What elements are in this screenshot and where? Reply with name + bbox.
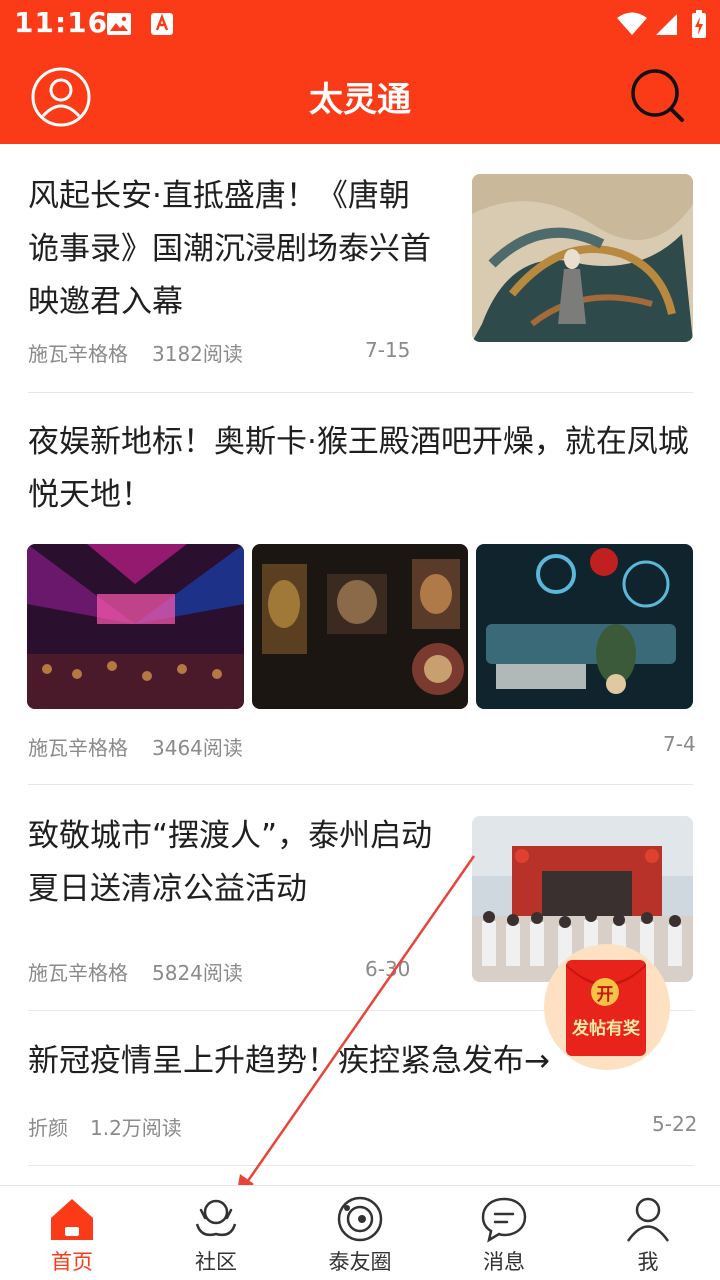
bottom-tab-bar: 首页 社区 泰友圈 消息 我	[0, 1185, 720, 1280]
status-bar: 11:16	[0, 0, 720, 48]
article-author: 施瓦辛格格	[28, 342, 128, 366]
article-card[interactable]: 致敬城市“摆渡人”，泰州启动夏日送清凉公益活动	[28, 810, 438, 916]
article-reads: 5824阅读	[152, 961, 243, 985]
envelope-label: 发帖有奖	[572, 1019, 640, 1039]
wifi-icon	[617, 12, 647, 35]
profile-icon	[626, 1197, 670, 1242]
tab-label: 消息	[483, 1250, 525, 1274]
app-header: 太灵通	[0, 48, 720, 144]
article-image-1[interactable]	[27, 544, 244, 709]
battery-charging-icon	[692, 10, 706, 38]
article-image-3[interactable]	[476, 544, 693, 709]
article-image-2[interactable]	[252, 544, 468, 709]
article-reads: 3464阅读	[152, 736, 243, 760]
article-card[interactable]: 风起长安·直抵盛唐！《唐朝诡事录》国潮沉浸剧场泰兴首映邀君入幕	[28, 170, 438, 329]
message-icon	[481, 1197, 527, 1243]
gallery-icon	[107, 13, 131, 35]
article-date: 5-22	[652, 1112, 698, 1136]
tab-label: 我	[637, 1250, 659, 1274]
article-date: 7-15	[365, 338, 411, 362]
app-title: 太灵通	[309, 80, 411, 120]
article-card[interactable]: 夜娱新地标！奥斯卡·猴王殿酒吧开燥，就在凤城悦天地！	[28, 416, 693, 522]
tab-circle[interactable]: 泰友圈	[288, 1186, 432, 1280]
community-icon	[195, 1199, 237, 1237]
tab-community[interactable]: 社区	[144, 1186, 288, 1280]
status-time: 11:16	[14, 6, 109, 39]
article-reads: 3182阅读	[152, 342, 243, 366]
article-title: 风起长安·直抵盛唐！《唐朝诡事录》国潮沉浸剧场泰兴首映邀君入幕	[28, 178, 431, 320]
divider	[28, 784, 693, 785]
circle-icon	[337, 1196, 383, 1242]
tab-label: 社区	[195, 1250, 237, 1274]
article-reads: 1.2万阅读	[90, 1116, 182, 1140]
article-date: 6-30	[365, 957, 411, 981]
app-notification-icon	[151, 13, 173, 35]
article-date: 7-4	[663, 732, 696, 756]
envelope-badge: 开	[596, 985, 614, 1005]
article-author: 折颜	[28, 1116, 68, 1140]
post-reward-button[interactable]: 开 发帖有奖	[544, 944, 670, 1070]
tab-label: 泰友圈	[328, 1250, 392, 1274]
tab-profile[interactable]: 我	[576, 1186, 720, 1280]
article-title: 致敬城市“摆渡人”，泰州启动夏日送清凉公益活动	[28, 818, 433, 907]
tab-label: 首页	[51, 1250, 93, 1274]
article-author: 施瓦辛格格	[28, 736, 128, 760]
article-title: 夜娱新地标！奥斯卡·猴王殿酒吧开燥，就在凤城悦天地！	[28, 424, 689, 513]
article-thumbnail[interactable]	[472, 174, 693, 342]
divider	[28, 392, 693, 393]
article-author: 施瓦辛格格	[28, 961, 128, 985]
search-icon[interactable]	[628, 66, 690, 128]
cellular-signal-icon	[656, 14, 677, 35]
tab-messages[interactable]: 消息	[432, 1186, 576, 1280]
tab-home[interactable]: 首页	[0, 1186, 144, 1280]
home-icon	[51, 1199, 93, 1240]
divider	[28, 1165, 693, 1166]
